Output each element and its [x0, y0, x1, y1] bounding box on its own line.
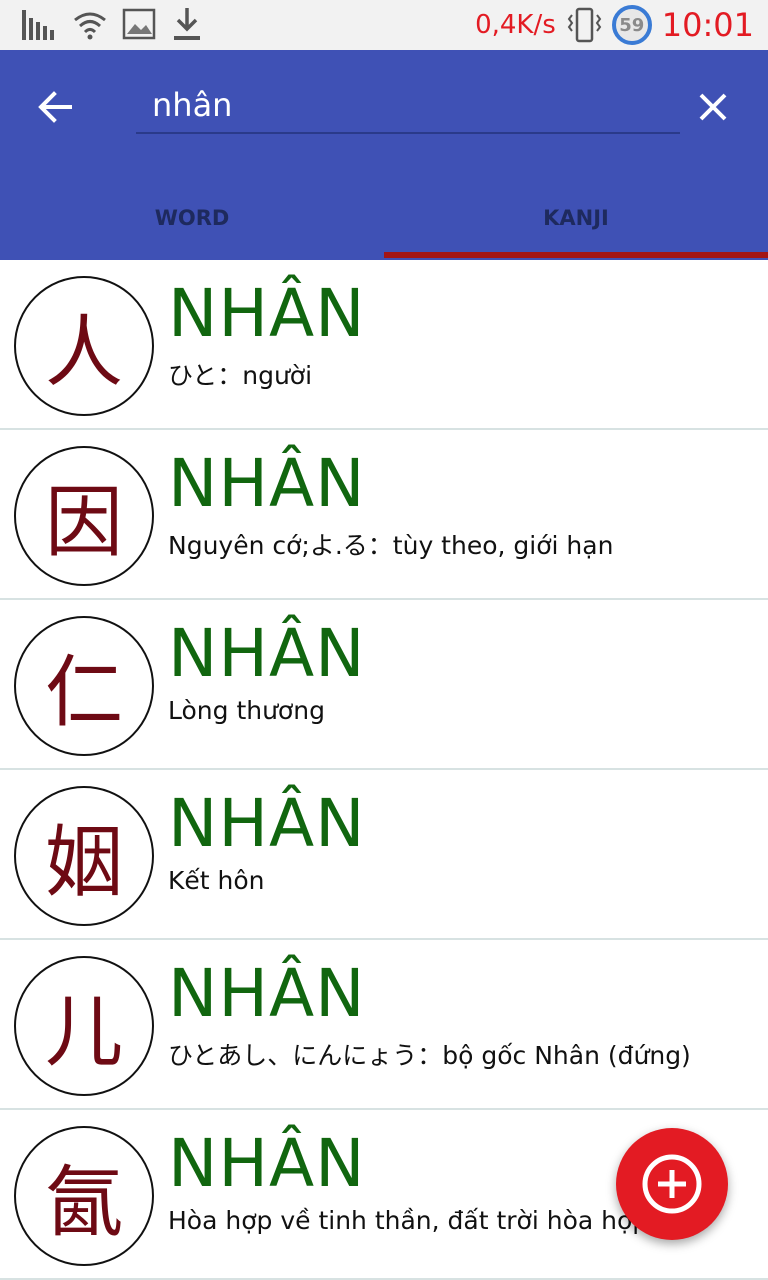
- add-fab-button[interactable]: [616, 1128, 728, 1240]
- app-bar: WORD KANJI: [0, 50, 768, 260]
- search-input[interactable]: [136, 78, 680, 134]
- kanji-meaning: ひと：người: [168, 361, 313, 390]
- clear-search-button[interactable]: [688, 82, 738, 132]
- add-circle-icon: [642, 1154, 702, 1214]
- list-item[interactable]: 儿 NHÂN ひとあし、にんにょう：bộ gốc Nhân (đứng): [0, 940, 768, 1110]
- kanji-reading: NHÂN: [168, 955, 366, 1032]
- kanji-meaning: ひとあし、にんにょう：bộ gốc Nhân (đứng): [168, 1041, 691, 1070]
- kanji-reading: NHÂN: [168, 1125, 366, 1202]
- battery-badge: 59: [611, 5, 652, 45]
- download-icon: [174, 8, 200, 40]
- arrow-back-icon: [38, 91, 72, 123]
- kanji-meaning: Kết hôn: [168, 866, 265, 895]
- kanji-reading: NHÂN: [168, 785, 366, 862]
- back-button[interactable]: [30, 82, 80, 132]
- signal-bars-icon: [22, 10, 54, 40]
- kanji-meaning: Lòng thương: [168, 696, 325, 725]
- kanji-character: 氤: [14, 1126, 154, 1266]
- wifi-icon: [74, 12, 106, 40]
- tab-word[interactable]: WORD: [0, 180, 384, 256]
- kanji-meaning: Nguyên cớ;よ.る：tùy theo, giới hạn: [168, 531, 614, 560]
- close-icon: [699, 93, 727, 121]
- list-item[interactable]: 人 NHÂN ひと：người: [0, 260, 768, 430]
- list-item[interactable]: 因 NHÂN Nguyên cớ;よ.る：tùy theo, giới hạn: [0, 430, 768, 600]
- kanji-character: 姻: [14, 786, 154, 926]
- list-item[interactable]: 仁 NHÂN Lòng thương: [0, 600, 768, 770]
- clock: 10:01: [661, 6, 754, 44]
- status-icons-left: [20, 6, 204, 42]
- kanji-reading: NHÂN: [168, 615, 366, 692]
- list-item[interactable]: 姻 NHÂN Kết hôn: [0, 770, 768, 940]
- kanji-reading: NHÂN: [168, 445, 366, 522]
- image-icon: [122, 8, 156, 40]
- kanji-character: 人: [14, 276, 154, 416]
- kanji-character: 因: [14, 446, 154, 586]
- active-tab-indicator: [384, 252, 768, 258]
- kanji-character: 儿: [14, 956, 154, 1096]
- network-speed: 0,4K/s: [475, 10, 556, 40]
- kanji-character: 仁: [14, 616, 154, 756]
- tab-kanji[interactable]: KANJI: [384, 180, 768, 256]
- status-icons-right: 0,4K/s 59 10:01: [475, 0, 754, 50]
- status-bar: 0,4K/s 59 10:01: [0, 0, 768, 50]
- kanji-reading: NHÂN: [168, 275, 366, 352]
- vibrate-icon: [567, 7, 602, 43]
